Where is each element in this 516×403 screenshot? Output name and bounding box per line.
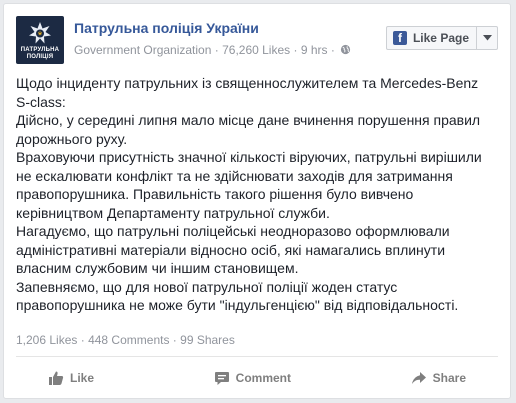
globe-icon[interactable] (340, 44, 351, 55)
comment-button[interactable]: Comment (182, 362, 323, 394)
post-text: Щодо інциденту патрульних із священнослу… (16, 74, 486, 315)
like-button[interactable]: Like (16, 362, 126, 394)
post-card: ПАТРУЛЬНА ПОЛІЦІЯ Патрульна поліція Укра… (3, 3, 511, 399)
like-page-label: Like Page (412, 31, 469, 45)
meta-separator: · (293, 43, 298, 57)
post-paragraph: Нагадуємо, що патрульні поліцейські неод… (16, 223, 450, 276)
post-header: ПАТРУЛЬНА ПОЛІЦІЯ Патрульна поліція Укра… (16, 16, 498, 66)
chevron-down-icon (482, 35, 492, 41)
stats-separator: · (80, 333, 85, 347)
like-button-label: Like (70, 371, 95, 385)
post-paragraph: Щодо інциденту патрульних із священнослу… (16, 75, 479, 110)
likes-count-link[interactable]: 1,206 Likes (16, 333, 77, 347)
like-page-dropdown[interactable] (476, 27, 497, 49)
comments-count-link[interactable]: 448 Comments (88, 333, 169, 347)
facebook-icon: f (392, 31, 407, 45)
avatar-logo-text: ПАТРУЛЬНА ПОЛІЦІЯ (20, 47, 60, 60)
share-button[interactable]: Share (379, 362, 498, 394)
shares-count-link[interactable]: 99 Shares (180, 333, 235, 347)
post-paragraph: Запевняємо, що для нової патрульної полі… (16, 278, 459, 314)
page-category: Government Organization (74, 43, 212, 57)
page-likes-count: 76,260 Likes (222, 43, 291, 57)
thumbs-up-icon (49, 371, 64, 385)
share-arrow-icon (411, 372, 426, 384)
stats-separator: · (172, 333, 177, 347)
police-badge-icon (29, 22, 51, 44)
post-actions: Like Comment Share (16, 358, 498, 398)
meta-separator: · (330, 43, 335, 57)
like-page-button[interactable]: f Like Page (385, 26, 498, 50)
post-paragraph: Дійсно, у середині липня мало місце дане… (16, 112, 481, 147)
post-timestamp[interactable]: 9 hrs (301, 43, 328, 57)
post-paragraph: Враховуючи присутність значної кількості… (16, 149, 482, 221)
page-avatar[interactable]: ПАТРУЛЬНА ПОЛІЦІЯ (16, 16, 64, 64)
actions-divider (16, 356, 498, 357)
post-meta: Government Organization · 76,260 Likes ·… (74, 43, 351, 57)
comment-button-label: Comment (235, 371, 291, 385)
meta-separator: · (214, 43, 219, 57)
page-name-link[interactable]: Патрульна поліція України (74, 20, 259, 36)
like-page-main[interactable]: f Like Page (387, 27, 476, 49)
share-button-label: Share (432, 371, 466, 385)
post-stats: 1,206 Likes · 448 Comments · 99 Shares (16, 333, 235, 347)
comment-icon (214, 372, 229, 385)
